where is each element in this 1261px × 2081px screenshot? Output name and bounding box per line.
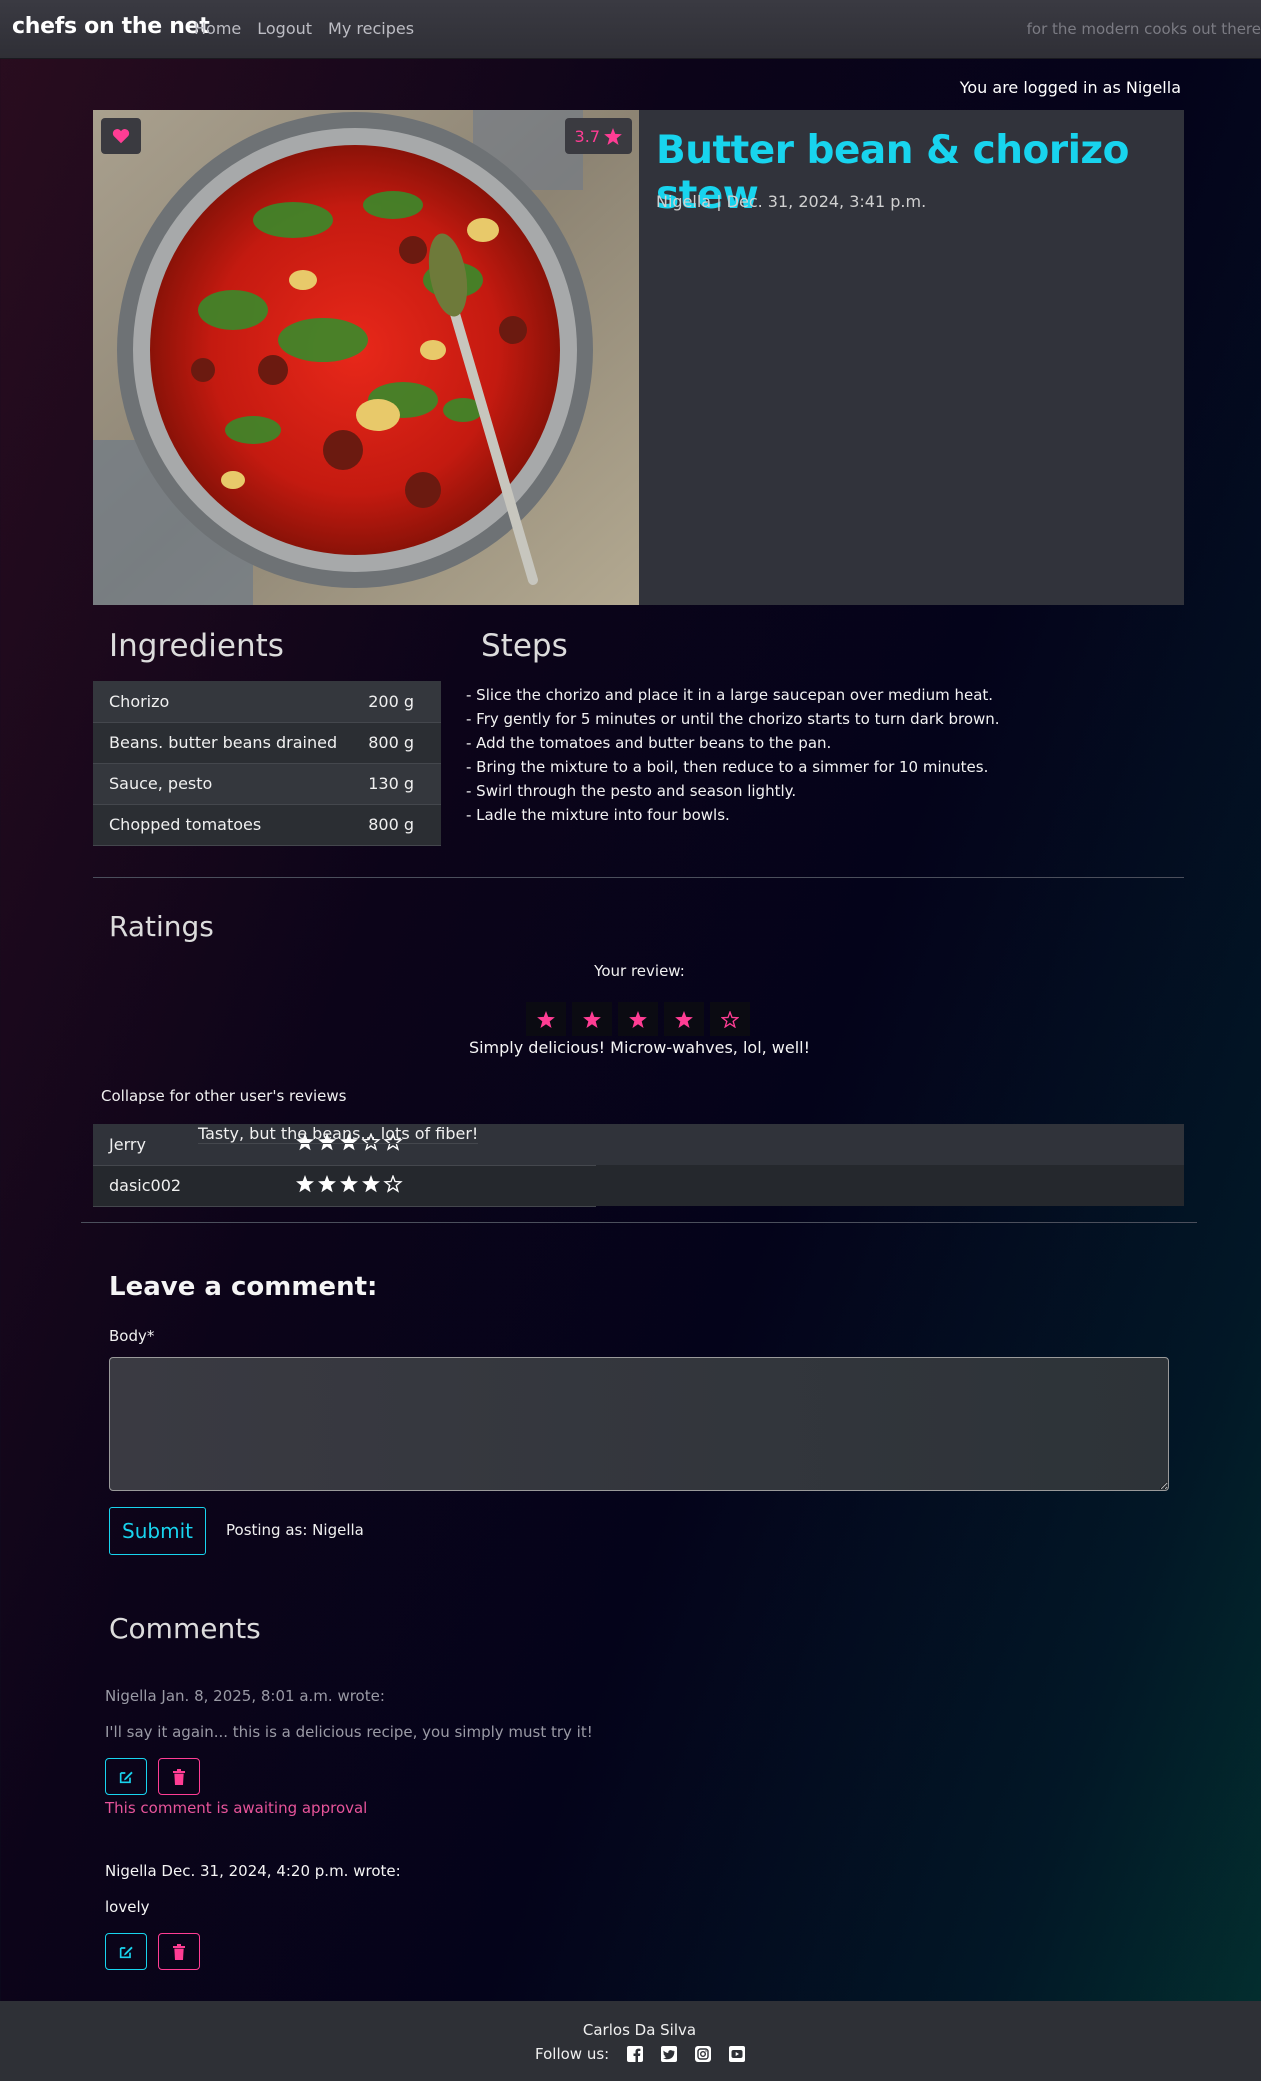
star-rating-icon (296, 1173, 403, 1193)
review-user: dasic002 (93, 1165, 296, 1207)
comments-heading: Comments (109, 1612, 261, 1645)
rate-star-4-button[interactable] (664, 1002, 704, 1036)
star-filled-icon (537, 1010, 555, 1028)
star-filled-icon (629, 1010, 647, 1028)
ingredient-qty: 200 g (361, 681, 441, 723)
table-row: Chopped tomatoes 800 g (93, 804, 441, 846)
comment-body: I'll say it again... this is a delicious… (105, 1723, 593, 1741)
divider (93, 877, 1184, 878)
review-stars (296, 1165, 596, 1207)
delete-comment-button[interactable] (158, 1933, 200, 1970)
your-rating-stars (526, 1002, 750, 1036)
table-row: Beans. butter beans drained 800 g (93, 722, 441, 764)
ingredient-name: Sauce, pesto (93, 763, 362, 805)
nav-logout-link[interactable]: Logout (257, 19, 312, 38)
your-review-label: Your review: (594, 962, 685, 980)
reviews-table: Jerry Tasty, but the beans... lots of fi… (93, 1124, 1184, 1207)
tagline: for the modern cooks out there (1026, 20, 1261, 38)
heart-icon (112, 129, 130, 144)
ingredients-table: Chorizo 200 g Beans. butter beans draine… (93, 681, 441, 846)
steps-list: - Slice the chorizo and place it in a la… (466, 683, 1000, 827)
comment-item: Nigella Dec. 31, 2024, 4:20 p.m. wrote: … (105, 1862, 401, 1970)
average-rating-value: 3.7 (574, 126, 600, 146)
logged-in-status: You are logged in as Nigella (959, 78, 1181, 97)
facebook-icon[interactable] (627, 2046, 644, 2062)
instagram-icon[interactable] (695, 2046, 712, 2062)
twitter-icon[interactable] (661, 2046, 678, 2062)
collapse-reviews-toggle[interactable]: Collapse for other user's reviews (101, 1087, 346, 1105)
rate-star-2-button[interactable] (572, 1002, 612, 1036)
table-row: Chorizo 200 g (93, 681, 441, 723)
rate-star-3-button[interactable] (618, 1002, 658, 1036)
rate-star-5-button[interactable] (710, 1002, 750, 1036)
star-filled-icon (583, 1010, 601, 1028)
posting-as-text: Posting as: Nigella (226, 1521, 364, 1539)
recipe-header-panel: Butter bean & chorizo stew Nigella | Dec… (639, 110, 1184, 605)
ingredient-name: Chorizo (93, 681, 362, 723)
recipe-image: 3.7 (93, 110, 640, 605)
favourite-button[interactable] (101, 118, 141, 154)
footer: Carlos Da Silva Follow us: (0, 2001, 1261, 2081)
edit-icon (119, 1946, 133, 1958)
step-item: - Add the tomatoes and butter beans to t… (466, 734, 832, 752)
step-item: - Swirl through the pesto and season lig… (466, 782, 797, 800)
navbar: chefs on the net Home Logout My recipes … (0, 0, 1261, 59)
comment-header: Nigella Jan. 8, 2025, 8:01 a.m. wrote: (105, 1687, 385, 1705)
rate-star-1-button[interactable] (526, 1002, 566, 1036)
comment-body: lovely (105, 1898, 150, 1916)
ingredients-heading: Ingredients (109, 628, 284, 664)
star-filled-icon (675, 1010, 693, 1028)
average-rating-badge: 3.7 (564, 118, 632, 154)
ingredient-name: Beans. butter beans drained (93, 722, 362, 764)
review-comment: Tasty, but the beans... lots of fiber! (198, 1124, 479, 1144)
body-field-label: Body* (109, 1327, 155, 1345)
step-item: - Slice the chorizo and place it in a la… (466, 686, 994, 704)
delete-comment-button[interactable] (158, 1758, 200, 1795)
ingredient-qty: 800 g (361, 722, 441, 764)
edit-comment-button[interactable] (105, 1758, 147, 1795)
comment-header: Nigella Dec. 31, 2024, 4:20 p.m. wrote: (105, 1862, 401, 1880)
comment-body-field[interactable] (109, 1357, 1169, 1491)
nav-my-recipes-link[interactable]: My recipes (328, 19, 414, 38)
divider (81, 1222, 1197, 1223)
recipe-meta: Nigella | Dec. 31, 2024, 3:41 p.m. (656, 192, 927, 211)
nav-links: Home Logout My recipes (194, 19, 414, 38)
trash-icon (173, 1768, 185, 1785)
step-item: - Bring the mixture to a boil, then redu… (466, 758, 989, 776)
star-outline-icon (721, 1010, 739, 1028)
your-review-text: Simply delicious! Microw-wahves, lol, we… (468, 1038, 811, 1057)
leave-comment-heading: Leave a comment: (109, 1272, 378, 1302)
edit-comment-button[interactable] (105, 1933, 147, 1970)
step-item: - Ladle the mixture into four bowls. (466, 806, 730, 824)
table-row: Sauce, pesto 130 g (93, 763, 441, 805)
comment-item: Nigella Jan. 8, 2025, 8:01 a.m. wrote: I… (105, 1687, 593, 1817)
ingredient-qty: 800 g (361, 804, 441, 846)
trash-icon (173, 1943, 185, 1960)
submit-button[interactable]: Submit (109, 1507, 206, 1555)
table-row: dasic002 (93, 1165, 1184, 1207)
table-row: Jerry Tasty, but the beans... lots of fi… (93, 1124, 1184, 1166)
stew-pot-illustration (93, 110, 640, 605)
ingredient-name: Chopped tomatoes (93, 804, 362, 846)
edit-icon (119, 1771, 133, 1783)
footer-author: Carlos Da Silva (582, 2021, 697, 2039)
comment-actions (105, 1758, 593, 1795)
youtube-icon[interactable] (729, 2046, 746, 2062)
nav-home-link[interactable]: Home (194, 19, 241, 38)
steps-heading: Steps (481, 628, 568, 664)
ratings-heading: Ratings (109, 910, 214, 943)
comment-pending-notice: This comment is awaiting approval (105, 1799, 368, 1817)
ingredient-qty: 130 g (361, 763, 441, 805)
social-links: Follow us: (535, 2045, 746, 2063)
comment-actions (105, 1933, 401, 1970)
brand-logo[interactable]: chefs on the net (12, 14, 210, 39)
step-item: - Fry gently for 5 minutes or until the … (466, 710, 1000, 728)
star-icon (604, 127, 622, 145)
follow-us-label: Follow us: (535, 2045, 610, 2063)
